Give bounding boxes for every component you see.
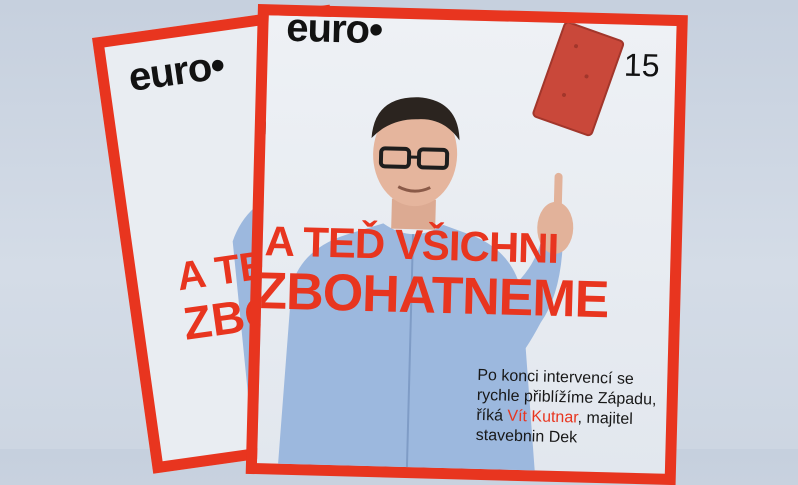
cover-teaser-text: Po konci intervencí se rychle přiblížíme… bbox=[476, 366, 668, 451]
magazine-cover-front: euro• 15 A TEĎ VŠICHNI ZBOHATNEME Po bbox=[246, 4, 688, 485]
brick-image bbox=[524, 18, 637, 141]
teaser-person-name: Vít Kutnar bbox=[507, 408, 578, 427]
magazine-logo: euro• bbox=[286, 6, 383, 53]
cover-headline-line2: ZBOHATNEME bbox=[255, 265, 609, 326]
